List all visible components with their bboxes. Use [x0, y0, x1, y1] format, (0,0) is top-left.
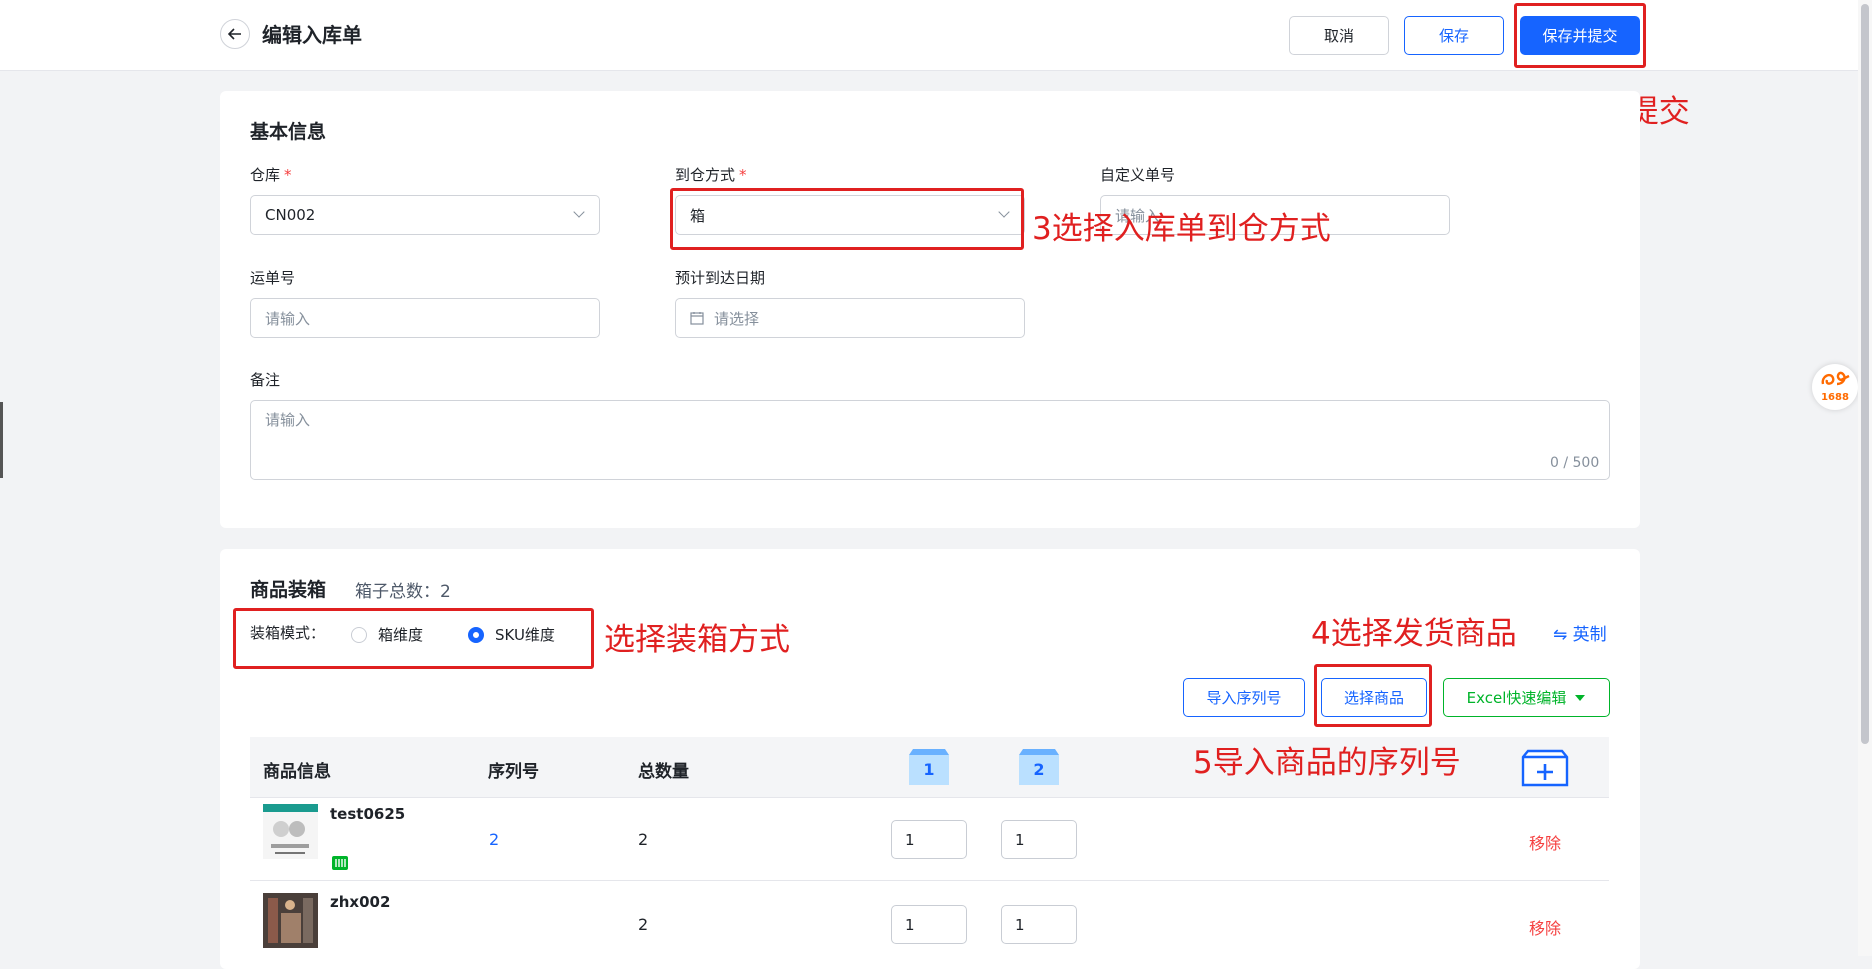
eta-date-picker[interactable]: 请选择 [675, 298, 1025, 338]
annotation-arrival: 3选择入库单到仓方式 [1032, 211, 1331, 247]
box2-qty-input[interactable]: 1 [1001, 820, 1077, 859]
remove-link[interactable]: 移除 [1529, 830, 1561, 854]
total-qty: 2 [638, 830, 649, 849]
cancel-button[interactable]: 取消 [1289, 16, 1389, 55]
annotation-import-serial: 5导入商品的序列号 [1193, 745, 1461, 781]
eta-label: 预计到达日期 [675, 269, 766, 287]
scrollbar-thumb[interactable] [1861, 4, 1869, 744]
remove-link[interactable]: 移除 [1529, 915, 1561, 939]
packing-title: 商品装箱 [250, 579, 327, 601]
warehouse-label: 仓库 * [250, 166, 292, 184]
box-total: 箱子总数：2 [355, 582, 451, 602]
caret-down-icon [1575, 694, 1586, 701]
import-serial-button[interactable]: 导入序列号 [1183, 678, 1305, 717]
excel-edit-label: Excel快速编辑 [1466, 689, 1567, 707]
column-header-goods: 商品信息 [263, 762, 331, 782]
product-thumbnail [263, 893, 318, 948]
warehouse-value: CN002 [265, 206, 316, 224]
excel-edit-dropdown[interactable]: Excel快速编辑 [1443, 678, 1610, 717]
box1-qty-input[interactable]: 1 [891, 905, 967, 944]
remark-label: 备注 [250, 371, 281, 389]
remark-placeholder: 请输入 [265, 411, 311, 429]
arrival-method-label: 到仓方式 * [675, 166, 747, 184]
box-column-2[interactable]: 2 [1016, 748, 1062, 790]
total-qty: 2 [638, 915, 649, 934]
annotation-box-arrival [670, 188, 1024, 250]
annotation-box-mode [233, 608, 594, 669]
side-widget-1688[interactable]: 1688 [1812, 364, 1858, 410]
basic-info-title: 基本信息 [250, 121, 327, 143]
box-number: 1 [923, 760, 935, 779]
add-box-icon [1521, 749, 1569, 787]
box1-qty-input[interactable]: 1 [891, 820, 967, 859]
left-edge-handle [0, 402, 3, 478]
product-thumbnail [263, 804, 318, 859]
annotation-box-submit [1514, 3, 1646, 68]
back-button[interactable] [220, 19, 250, 49]
side-widget-label: 1688 [1821, 392, 1849, 403]
remark-textarea[interactable]: 请输入 [250, 400, 1610, 480]
box-number: 2 [1033, 760, 1045, 779]
barcode-icon[interactable] [332, 856, 348, 870]
column-header-total: 总数量 [638, 762, 689, 782]
arrow-left-icon [228, 28, 241, 40]
warehouse-select[interactable]: CN002 [250, 195, 600, 235]
product-name: zhx002 [330, 893, 391, 911]
calendar-icon [690, 312, 704, 325]
waybill-placeholder: 请输入 [265, 309, 311, 328]
annotation-select-goods: 4选择发货商品 [1311, 616, 1517, 652]
custom-no-label: 自定义单号 [1100, 166, 1176, 184]
waybill-label: 运单号 [250, 269, 296, 287]
table-row: zhx002 2 1 1 移除 [250, 881, 1609, 964]
annotation-box-select-goods [1314, 664, 1432, 727]
save-button[interactable]: 保存 [1404, 16, 1504, 55]
page-title: 编辑入库单 [262, 23, 362, 47]
chevron-down-icon [573, 206, 585, 218]
annotation-mode: 选择装箱方式 [604, 622, 790, 658]
eta-placeholder: 请选择 [714, 309, 760, 328]
box2-qty-input[interactable]: 1 [1001, 905, 1077, 944]
logo-1688-icon [1821, 371, 1850, 386]
box-column-1[interactable]: 1 [906, 748, 952, 790]
serial-count-link[interactable]: 2 [489, 830, 499, 849]
table-row: test0625 2 2 1 1 移除 [250, 797, 1609, 880]
unit-switch-link[interactable]: ⇋ 英制 [1553, 620, 1607, 645]
remark-char-count: 0 / 500 [1550, 455, 1600, 471]
product-name: test0625 [330, 805, 406, 823]
waybill-input[interactable]: 请输入 [250, 298, 600, 338]
column-header-serial: 序列号 [488, 762, 539, 782]
add-box-button[interactable] [1521, 749, 1569, 791]
